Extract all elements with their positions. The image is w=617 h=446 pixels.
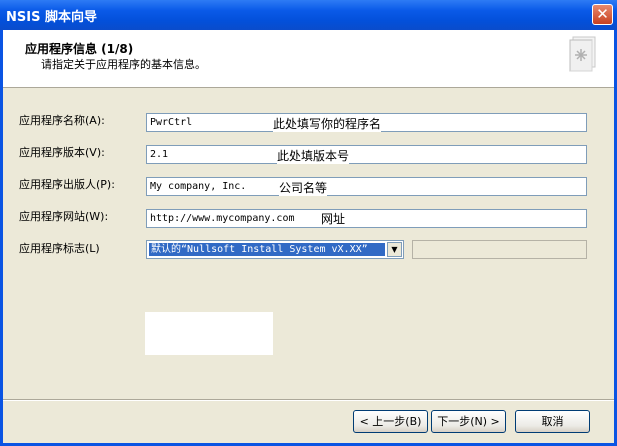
version-field[interactable]: 2.1 [146,145,587,164]
brand-label: 应用程序标志(L) [19,242,100,255]
name-note: 此处填写你的程序名 [273,115,382,132]
close-button[interactable]: ✕ [592,4,613,25]
name-label: 应用程序名称(A): [19,114,105,127]
website-field[interactable]: http://www.mycompany.com [146,209,587,228]
back-button[interactable]: < 上一步(B) [353,410,428,433]
client-area: 应用程序信息 (1/8) 请指定关于应用程序的基本信息。 应用程序名称(A): … [3,30,614,443]
next-button[interactable]: 下一步(N) > [431,410,506,433]
website-label: 应用程序网站(W): [19,210,109,223]
blank-area [145,312,273,355]
brand-text-field [412,240,587,259]
cancel-button[interactable]: 取消 [515,410,590,433]
publisher-field[interactable]: My company, Inc. [146,177,587,196]
page-title: 应用程序信息 (1/8) [25,42,134,56]
wizard-document-icon [569,36,596,72]
wizard-header: 应用程序信息 (1/8) 请指定关于应用程序的基本信息。 [3,30,614,88]
window-title: NSIS 脚本向导 [6,10,97,25]
dropdown-button[interactable]: ▼ [387,242,402,257]
publisher-label: 应用程序出版人(P): [19,178,115,191]
version-label: 应用程序版本(V): [19,146,105,159]
close-icon: ✕ [596,5,609,23]
version-note: 此处填版本号 [277,147,350,164]
wizard-window: NSIS 脚本向导 ✕ 应用程序信息 (1/8) 请指定关于应用程序的基本信息。… [0,0,617,446]
divider [3,399,614,401]
page-subtitle: 请指定关于应用程序的基本信息。 [41,58,206,71]
brand-select[interactable]: 默认的“Nullsoft Install System vX.XX” ▼ [146,240,404,259]
publisher-note: 公司名等 [279,179,328,196]
website-note: 网址 [321,210,346,227]
brand-selected-value: 默认的“Nullsoft Install System vX.XX” [149,243,385,256]
title-bar[interactable]: NSIS 脚本向导 ✕ [0,0,617,30]
chevron-down-icon: ▼ [391,245,398,254]
